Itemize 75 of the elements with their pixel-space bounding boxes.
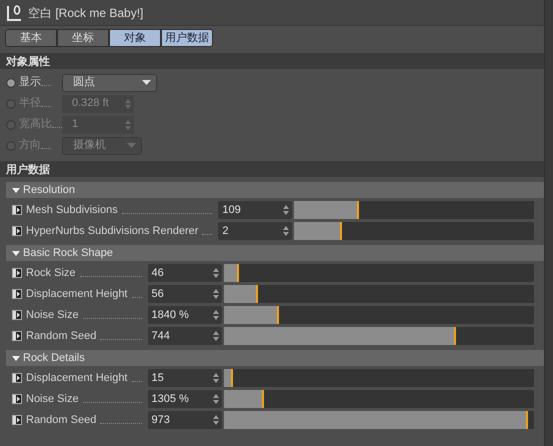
parameter-label: Mesh Subdivisions bbox=[26, 202, 118, 218]
spinner-icon[interactable] bbox=[212, 415, 218, 425]
keyframe-toggle-icon[interactable] bbox=[12, 268, 22, 278]
slider-track[interactable] bbox=[224, 306, 534, 324]
keyframe-toggle-icon[interactable] bbox=[12, 310, 22, 320]
spinner-icon[interactable] bbox=[212, 268, 218, 278]
null-object-icon bbox=[6, 4, 22, 22]
keyframe-toggle-icon[interactable] bbox=[12, 373, 22, 383]
window-title: 空白 [Rock me Baby!] bbox=[28, 4, 144, 22]
disclosure-triangle-icon[interactable] bbox=[12, 186, 20, 194]
spinner-icon[interactable] bbox=[212, 394, 218, 404]
number-field[interactable]: 744 bbox=[148, 327, 222, 345]
tab[interactable]: 用户数据 bbox=[161, 29, 213, 47]
spinner-icon[interactable] bbox=[212, 289, 218, 299]
spinner-icon[interactable] bbox=[212, 310, 218, 320]
section-header: 用户数据 bbox=[0, 161, 544, 177]
section-header: 对象属性 bbox=[0, 53, 544, 69]
slider-fill[interactable] bbox=[294, 222, 342, 240]
caret-icon bbox=[127, 142, 136, 148]
slider-fill[interactable] bbox=[224, 306, 280, 324]
parameter-label: Noise Size bbox=[26, 392, 79, 407]
slider-track[interactable] bbox=[224, 369, 534, 387]
number-field[interactable]: 46 bbox=[148, 264, 222, 282]
property-label: 宽高比 bbox=[19, 116, 52, 132]
tab[interactable]: 坐标 bbox=[57, 29, 109, 47]
keyframe-toggle-icon[interactable] bbox=[12, 226, 22, 236]
keyframe-toggle-icon[interactable] bbox=[12, 394, 22, 404]
property-label: 方向 bbox=[19, 138, 41, 154]
slider-fill[interactable] bbox=[224, 390, 264, 408]
parameter-label: Displacement Height bbox=[26, 370, 128, 386]
parameter-label: Displacement Height bbox=[26, 286, 128, 302]
slider-fill[interactable] bbox=[294, 201, 360, 219]
slider-fill[interactable] bbox=[224, 285, 258, 303]
radio-dot[interactable] bbox=[6, 78, 16, 88]
parameter-label: Random Seed bbox=[26, 412, 96, 428]
keyframe-toggle-icon[interactable] bbox=[12, 415, 22, 425]
group-header[interactable]: Rock Details bbox=[6, 350, 544, 366]
spinner-icon[interactable] bbox=[283, 226, 290, 236]
property-label: 半径 bbox=[19, 96, 41, 112]
spinner-icon bbox=[125, 98, 131, 108]
caret-icon bbox=[142, 80, 151, 86]
keyframe-toggle-icon[interactable] bbox=[12, 205, 22, 215]
number-field[interactable]: 2 bbox=[218, 222, 292, 240]
slider-fill[interactable] bbox=[224, 264, 240, 282]
spinner-icon[interactable] bbox=[283, 205, 290, 215]
parameter-label: Noise Size bbox=[26, 308, 79, 323]
disclosure-triangle-icon[interactable] bbox=[12, 354, 20, 362]
parameter-label: HyperNurbs Subdivisions Renderer bbox=[26, 224, 198, 239]
slider-track[interactable] bbox=[224, 327, 534, 345]
slider-fill[interactable] bbox=[224, 327, 456, 345]
spinner-icon bbox=[125, 120, 131, 130]
spinner-icon[interactable] bbox=[212, 373, 218, 383]
parameter-label: Random Seed bbox=[26, 328, 96, 344]
number-field[interactable]: 1840 % bbox=[148, 306, 222, 324]
number-field[interactable]: 56 bbox=[148, 285, 222, 303]
slider-track[interactable] bbox=[224, 390, 534, 408]
keyframe-toggle-icon[interactable] bbox=[12, 289, 22, 299]
number-field[interactable]: 1305 % bbox=[148, 390, 222, 408]
property-label: 显示 bbox=[19, 75, 41, 90]
keyframe-toggle-icon[interactable] bbox=[12, 331, 22, 341]
tab[interactable]: 对象 bbox=[109, 29, 161, 47]
parameter-label: Rock Size bbox=[26, 266, 76, 281]
spinner-icon[interactable] bbox=[212, 331, 218, 341]
tab[interactable]: 基本 bbox=[5, 29, 57, 47]
number-field[interactable]: 15 bbox=[148, 369, 222, 387]
slider-track[interactable] bbox=[224, 264, 534, 282]
number-field[interactable]: 109 bbox=[218, 201, 292, 219]
scrollbar[interactable] bbox=[544, 0, 553, 446]
slider-fill[interactable] bbox=[224, 369, 233, 387]
group-header[interactable]: Resolution bbox=[6, 182, 544, 198]
dropdown[interactable]: 圆点 bbox=[62, 74, 157, 92]
group-header[interactable]: Basic Rock Shape bbox=[6, 245, 544, 261]
slider-track[interactable] bbox=[224, 285, 534, 303]
number-field[interactable]: 973 bbox=[148, 411, 222, 429]
disclosure-triangle-icon[interactable] bbox=[12, 250, 20, 256]
